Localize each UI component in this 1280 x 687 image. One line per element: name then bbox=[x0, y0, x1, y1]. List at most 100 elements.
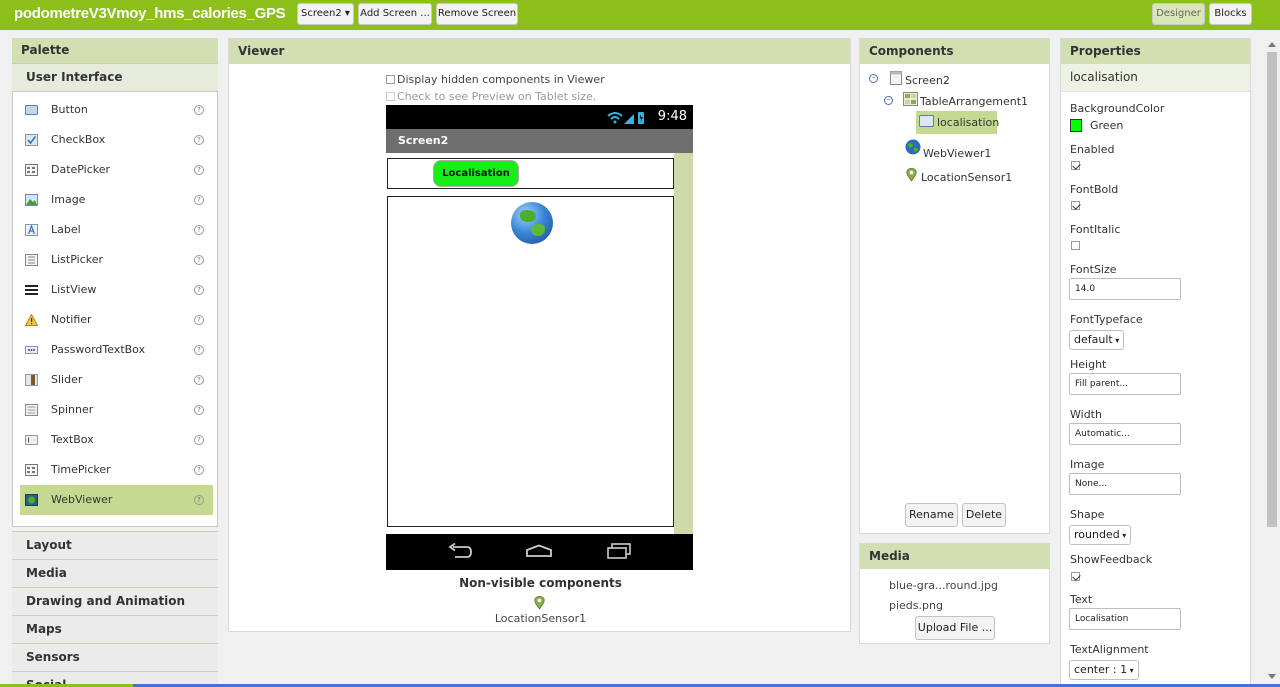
help-icon[interactable]: ? bbox=[194, 195, 204, 205]
project-title: podometreV3Vmoy_hms_calories_GPS bbox=[14, 5, 286, 22]
palette-item-image[interactable]: Image ? bbox=[20, 185, 213, 215]
palette-item-label[interactable]: Label ? bbox=[20, 215, 213, 245]
fontsize-input[interactable]: 14.0 bbox=[1069, 278, 1181, 300]
palette-item-timepicker[interactable]: TimePicker ? bbox=[20, 455, 213, 485]
palette-item-listpicker[interactable]: ListPicker ? bbox=[20, 245, 213, 275]
selected-component-name: localisation bbox=[1061, 64, 1250, 92]
remove-screen-button[interactable]: Remove Screen bbox=[436, 3, 518, 25]
collapse-arrangement-icon[interactable]: – bbox=[884, 96, 893, 105]
prop-label: FontSize bbox=[1070, 263, 1117, 276]
palette-panel: Palette User Interface Button ? CheckBox… bbox=[12, 38, 218, 687]
button-icon bbox=[919, 115, 934, 127]
palette-item-spinner[interactable]: Spinner ? bbox=[20, 395, 213, 425]
tree-node-tablearrangement1[interactable]: TableArrangement1 bbox=[920, 95, 1028, 108]
tree-node-localisation[interactable]: localisation bbox=[916, 111, 999, 134]
palette-item-label: ListPicker bbox=[51, 253, 103, 266]
height-input[interactable]: Fill parent... bbox=[1069, 373, 1181, 395]
fontbold-checkbox[interactable] bbox=[1071, 201, 1080, 210]
palette-item-checkbox[interactable]: CheckBox ? bbox=[20, 125, 213, 155]
add-screen-button[interactable]: Add Screen ... bbox=[358, 3, 432, 25]
location-sensor-icon bbox=[534, 596, 545, 610]
phone-preview: 9:48 Screen2 Localisation bbox=[386, 105, 693, 570]
tablet-preview-checkbox[interactable] bbox=[386, 92, 395, 101]
category-media[interactable]: Media bbox=[12, 559, 218, 587]
help-icon[interactable]: ? bbox=[194, 105, 204, 115]
screen-select-dropdown[interactable]: Screen2 ▾ bbox=[297, 3, 354, 25]
palette-item-passwordtextbox[interactable]: PasswordTextBox ? bbox=[20, 335, 213, 365]
collapse-screen-icon[interactable]: – bbox=[869, 74, 878, 83]
blocks-button[interactable]: Blocks bbox=[1209, 3, 1252, 25]
background-color-value[interactable]: Green bbox=[1090, 119, 1123, 132]
hidden-components-checkbox[interactable] bbox=[386, 75, 395, 84]
palette-item-datepicker[interactable]: DatePicker ? bbox=[20, 155, 213, 185]
designer-button[interactable]: Designer bbox=[1152, 3, 1205, 25]
palette-item-button[interactable]: Button ? bbox=[20, 95, 213, 125]
background-color-swatch[interactable] bbox=[1070, 119, 1082, 132]
text-input[interactable]: Localisation bbox=[1069, 608, 1181, 630]
palette-item-listview[interactable]: ListView ? bbox=[20, 275, 213, 305]
image-input[interactable]: None... bbox=[1069, 473, 1181, 495]
help-icon[interactable]: ? bbox=[194, 135, 204, 145]
table-arrangement[interactable]: Localisation bbox=[387, 158, 674, 189]
scrollbar-thumb[interactable] bbox=[1267, 52, 1277, 527]
palette-item-textbox[interactable]: TextBox ? bbox=[20, 425, 213, 455]
properties-panel: Properties localisation BackgroundColor … bbox=[1060, 38, 1251, 687]
nonvisible-components-label: Non-visible components bbox=[459, 576, 622, 590]
page-scrollbar[interactable] bbox=[1264, 40, 1280, 687]
home-icon[interactable] bbox=[525, 544, 553, 558]
localisation-button[interactable]: Localisation bbox=[433, 160, 519, 187]
nonvisible-location-sensor[interactable]: LocationSensor1 bbox=[229, 612, 852, 625]
help-icon[interactable]: ? bbox=[194, 465, 204, 475]
help-icon[interactable]: ? bbox=[194, 255, 204, 265]
palette-item-webviewer[interactable]: WebViewer ? bbox=[20, 485, 213, 515]
media-file[interactable]: pieds.png bbox=[889, 599, 943, 612]
tree-node-locationsensor1[interactable]: LocationSensor1 bbox=[921, 171, 1012, 184]
viewer-header: Viewer bbox=[229, 39, 850, 64]
help-icon[interactable]: ? bbox=[194, 435, 204, 445]
media-file[interactable]: blue-gra...round.jpg bbox=[889, 579, 998, 592]
signal-icon bbox=[607, 112, 644, 124]
phone-screen: Localisation bbox=[386, 153, 693, 534]
back-icon[interactable] bbox=[447, 543, 473, 559]
rename-button[interactable]: Rename bbox=[905, 503, 958, 527]
palette-item-slider[interactable]: Slider ? bbox=[20, 365, 213, 395]
recent-apps-icon[interactable] bbox=[606, 543, 632, 559]
category-sensors[interactable]: Sensors bbox=[12, 643, 218, 671]
fonttypeface-dropdown[interactable]: default bbox=[1069, 330, 1125, 350]
help-icon[interactable]: ? bbox=[194, 495, 204, 505]
fontitalic-checkbox[interactable] bbox=[1071, 241, 1080, 250]
palette-item-label: CheckBox bbox=[51, 133, 106, 146]
shape-dropdown[interactable]: rounded bbox=[1069, 525, 1132, 545]
textalignment-dropdown[interactable]: center : 1 bbox=[1069, 660, 1139, 680]
enabled-checkbox[interactable] bbox=[1071, 161, 1080, 170]
help-icon[interactable]: ? bbox=[194, 315, 204, 325]
palette-item-label: WebViewer bbox=[51, 493, 113, 506]
listview-icon bbox=[25, 285, 38, 295]
upload-file-button[interactable]: Upload File ... bbox=[915, 616, 995, 640]
palette-item-notifier[interactable]: Notifier ? bbox=[20, 305, 213, 335]
properties-header: Properties bbox=[1061, 39, 1250, 64]
delete-button[interactable]: Delete bbox=[962, 503, 1006, 527]
help-icon[interactable]: ? bbox=[194, 225, 204, 235]
category-maps[interactable]: Maps bbox=[12, 615, 218, 643]
help-icon[interactable]: ? bbox=[194, 285, 204, 295]
help-icon[interactable]: ? bbox=[194, 345, 204, 355]
help-icon[interactable]: ? bbox=[194, 375, 204, 385]
hidden-components-toggle[interactable]: Display hidden components in Viewer bbox=[386, 73, 605, 86]
showfeedback-checkbox[interactable] bbox=[1071, 572, 1080, 581]
help-icon[interactable]: ? bbox=[194, 405, 204, 415]
scroll-down-icon[interactable] bbox=[1268, 674, 1276, 679]
webviewer-box[interactable] bbox=[387, 196, 674, 527]
prop-label: Image bbox=[1070, 458, 1105, 471]
tree-node-screen2[interactable]: Screen2 bbox=[905, 74, 950, 87]
category-user-interface[interactable]: User Interface bbox=[12, 63, 218, 91]
webviewer-icon bbox=[905, 139, 921, 155]
datepicker-icon bbox=[25, 164, 38, 176]
category-layout[interactable]: Layout bbox=[12, 531, 218, 559]
tablet-preview-toggle[interactable]: Check to see Preview on Tablet size. bbox=[386, 90, 596, 103]
width-input[interactable]: Automatic... bbox=[1069, 423, 1181, 445]
help-icon[interactable]: ? bbox=[194, 165, 204, 175]
category-drawing-and-animation[interactable]: Drawing and Animation bbox=[12, 587, 218, 615]
tree-node-webviewer1[interactable]: WebViewer1 bbox=[923, 147, 991, 160]
scroll-up-icon[interactable] bbox=[1268, 42, 1276, 47]
